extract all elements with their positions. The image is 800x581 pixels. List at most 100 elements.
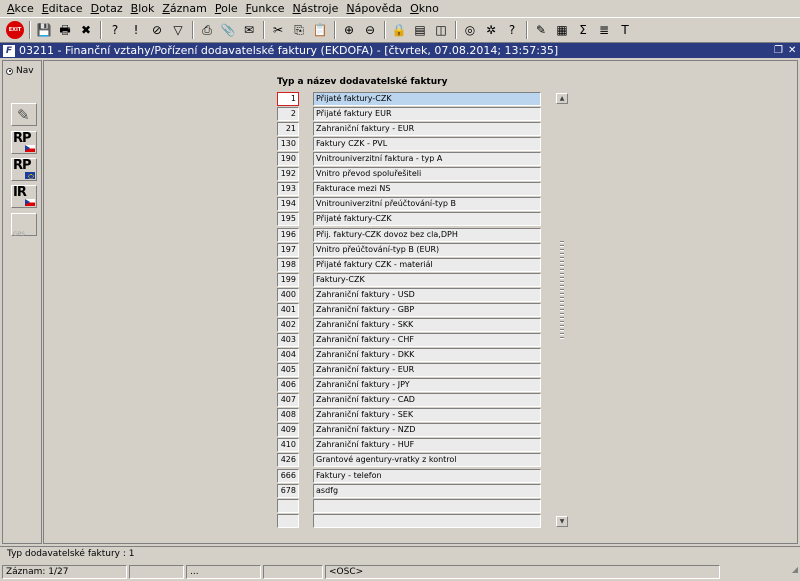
- type-code-field[interactable]: 401: [277, 302, 299, 317]
- menu-item[interactable]: Editace: [38, 0, 87, 17]
- type-code-field[interactable]: 426: [277, 453, 299, 468]
- type-code-field[interactable]: 192: [277, 167, 299, 182]
- cut-icon[interactable]: ✂: [269, 21, 287, 39]
- menu-item[interactable]: Nápověda: [342, 0, 406, 17]
- type-name-field[interactable]: Přijaté faktury-CZK: [313, 92, 541, 106]
- paste-icon[interactable]: 📋: [311, 21, 329, 39]
- help-icon[interactable]: ?: [503, 21, 521, 39]
- type-code-field[interactable]: 405: [277, 363, 299, 378]
- copy-icon[interactable]: ⎘: [290, 21, 308, 39]
- delete-icon[interactable]: ✖: [77, 21, 95, 39]
- type-code-field[interactable]: 409: [277, 423, 299, 438]
- scroll-grip[interactable]: [560, 241, 564, 341]
- type-code-field[interactable]: 199: [277, 272, 299, 287]
- type-code-field[interactable]: 400: [277, 287, 299, 302]
- type-name-field[interactable]: Vnitrouniverzitní přeúčtování-typ B: [313, 197, 541, 212]
- menu-item[interactable]: Funkce: [242, 0, 289, 17]
- type-code-field[interactable]: 198: [277, 257, 299, 272]
- type-name-field[interactable]: Zahraniční faktury - DKK: [313, 348, 541, 363]
- type-name-field[interactable]: Zahraniční faktury - NZD: [313, 423, 541, 438]
- type-code-field[interactable]: 190: [277, 152, 299, 167]
- edit-icon[interactable]: ✎: [532, 21, 550, 39]
- menu-item[interactable]: Blok: [127, 0, 159, 17]
- type-name-field[interactable]: Zahraniční faktury - JPY: [313, 378, 541, 393]
- type-name-field[interactable]: Zahraniční faktury - SKK: [313, 317, 541, 332]
- ir-cz-icon[interactable]: IR: [11, 185, 37, 208]
- scroll-down-icon[interactable]: ▼: [556, 516, 568, 527]
- mail-icon[interactable]: ✉: [240, 21, 258, 39]
- type-name-field[interactable]: Fakturace mezi NS: [313, 182, 541, 197]
- sum-icon[interactable]: Σ: [574, 21, 592, 39]
- type-code-field[interactable]: 1: [277, 92, 299, 106]
- chart-icon[interactable]: ◫: [432, 21, 450, 39]
- type-code-field[interactable]: 678: [277, 483, 299, 498]
- type-name-field[interactable]: Zahraniční faktury - CAD: [313, 393, 541, 408]
- type-name-field[interactable]: Grantové agentury-vratky z kontrol: [313, 453, 541, 468]
- insert-record-icon[interactable]: ⊕: [340, 21, 358, 39]
- execute-query-icon[interactable]: !: [127, 21, 145, 39]
- exit-button[interactable]: EXIT: [6, 21, 24, 39]
- type-name-field[interactable]: Vnitrouniverzitní faktura - typ A: [313, 152, 541, 167]
- type-name-field[interactable]: Zahraniční faktury - EUR: [313, 363, 541, 378]
- type-name-field[interactable]: Přijaté faktury-CZK: [313, 212, 541, 227]
- type-code-field[interactable]: 197: [277, 242, 299, 257]
- text-icon[interactable]: T: [616, 21, 634, 39]
- restore-icon[interactable]: ❐: [774, 43, 783, 58]
- remove-record-icon[interactable]: ⊖: [361, 21, 379, 39]
- type-code-field[interactable]: 196: [277, 227, 299, 242]
- type-name-field[interactable]: [313, 513, 541, 528]
- type-code-field[interactable]: [277, 513, 299, 528]
- type-name-field[interactable]: Zahraniční faktury - SEK: [313, 408, 541, 423]
- type-code-field[interactable]: 193: [277, 182, 299, 197]
- type-name-field[interactable]: Zahraniční faktury - CHF: [313, 332, 541, 347]
- settings-icon[interactable]: ✲: [482, 21, 500, 39]
- save-icon[interactable]: 💾: [35, 21, 53, 39]
- type-name-field[interactable]: [313, 498, 541, 513]
- type-code-field[interactable]: 194: [277, 197, 299, 212]
- type-name-field[interactable]: Faktury - telefon: [313, 468, 541, 483]
- type-code-field[interactable]: 666: [277, 468, 299, 483]
- menu-item[interactable]: Nástroje: [289, 0, 343, 17]
- edit-pen-icon[interactable]: ✎: [11, 103, 37, 126]
- type-name-field[interactable]: Přijaté faktury CZK - materiál: [313, 257, 541, 272]
- enter-query-icon[interactable]: ?: [106, 21, 124, 39]
- type-name-field[interactable]: Faktury-CZK: [313, 272, 541, 287]
- report-icon[interactable]: ▤: [411, 21, 429, 39]
- close-icon[interactable]: ✕: [788, 43, 796, 58]
- calculator-icon[interactable]: ▦: [553, 21, 571, 39]
- nav-radio[interactable]: Nav: [6, 66, 34, 76]
- print-preview-icon[interactable]: ⎙: [198, 21, 216, 39]
- type-name-field[interactable]: Přijaté faktury EUR: [313, 107, 541, 122]
- type-code-field[interactable]: 404: [277, 348, 299, 363]
- gps-icon[interactable]: GPS: [11, 213, 37, 238]
- list-icon[interactable]: ≣: [595, 21, 613, 39]
- type-name-field[interactable]: Vnitro přeúčtování-typ B (EUR): [313, 242, 541, 257]
- type-name-field[interactable]: Faktury CZK - PVL: [313, 137, 541, 152]
- resize-grip-icon[interactable]: ◢: [792, 565, 798, 574]
- menu-item[interactable]: Akce: [3, 0, 38, 17]
- rp-eu-icon[interactable]: RP: [11, 158, 37, 181]
- filter-icon[interactable]: ▽: [169, 21, 187, 39]
- menu-item[interactable]: Dotaz: [87, 0, 127, 17]
- type-name-field[interactable]: asdfg: [313, 483, 541, 498]
- type-code-field[interactable]: 130: [277, 137, 299, 152]
- type-code-field[interactable]: 407: [277, 393, 299, 408]
- type-name-field[interactable]: Vnitro převod spoluřešiteli: [313, 167, 541, 182]
- type-code-field[interactable]: 406: [277, 378, 299, 393]
- type-name-field[interactable]: Zahraniční faktury - HUF: [313, 438, 541, 453]
- print-icon[interactable]: 🖶: [56, 21, 74, 39]
- type-code-field[interactable]: [277, 498, 299, 513]
- type-name-field[interactable]: Zahraniční faktury - EUR: [313, 122, 541, 137]
- type-code-field[interactable]: 2: [277, 107, 299, 122]
- menu-item[interactable]: Záznam: [158, 0, 211, 17]
- attach-icon[interactable]: 📎: [219, 21, 237, 39]
- lock-icon[interactable]: 🔒: [390, 21, 408, 39]
- rp-cz-icon[interactable]: RP: [11, 131, 37, 154]
- menu-item[interactable]: Pole: [211, 0, 242, 17]
- type-name-field[interactable]: Zahraniční faktury - GBP: [313, 302, 541, 317]
- type-code-field[interactable]: 402: [277, 317, 299, 332]
- cancel-query-icon[interactable]: ⊘: [148, 21, 166, 39]
- type-code-field[interactable]: 195: [277, 212, 299, 227]
- type-name-field[interactable]: Zahraniční faktury - USD: [313, 287, 541, 302]
- type-code-field[interactable]: 408: [277, 408, 299, 423]
